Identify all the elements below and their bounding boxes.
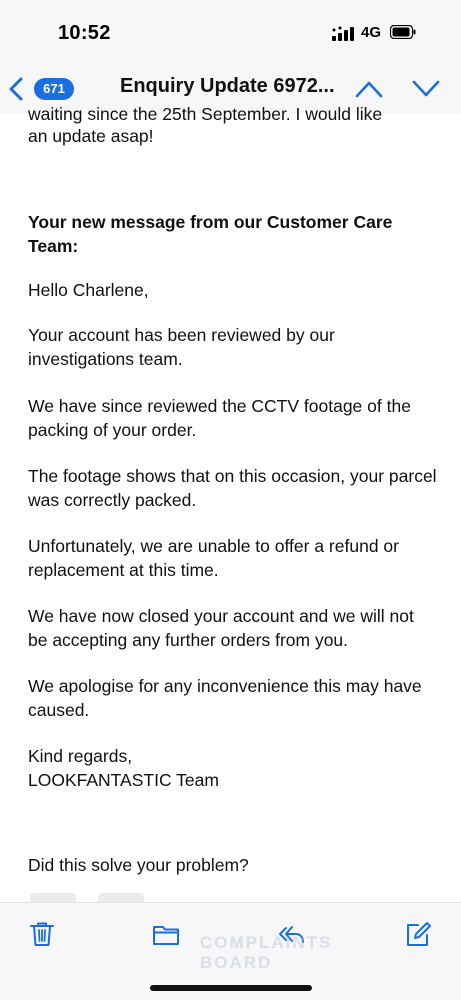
watermark-line-1: COMPLAINTS bbox=[200, 933, 333, 952]
previous-message-clipped-line: waiting since the 25th September. I woul… bbox=[28, 104, 383, 124]
status-time: 10:52 bbox=[58, 22, 111, 44]
home-indicator[interactable] bbox=[150, 985, 312, 991]
chevron-left-icon[interactable] bbox=[8, 77, 24, 101]
unread-count-badge[interactable]: 671 bbox=[34, 78, 74, 100]
status-bar: 10:52 4G bbox=[0, 0, 461, 62]
paragraph-apology: We apologise for any inconvenience this … bbox=[28, 676, 422, 720]
message-heading: Your new message from our Customer Care … bbox=[28, 212, 393, 256]
signoff: Kind regards, bbox=[28, 746, 133, 766]
greeting: Hello Charlene, bbox=[28, 280, 149, 300]
paragraph-parcel-packed: The footage shows that on this occasion,… bbox=[28, 466, 437, 510]
watermark: COMPLAINTS BOARD bbox=[200, 933, 380, 973]
network-label: 4G bbox=[361, 24, 382, 41]
watermark-line-2: BOARD bbox=[200, 953, 273, 972]
chevron-up-icon[interactable] bbox=[354, 79, 384, 99]
signature: LOOKFANTASTIC Team bbox=[28, 770, 219, 790]
chevron-down-icon[interactable] bbox=[411, 79, 441, 99]
paragraph-account-closed: We have now closed your account and we w… bbox=[28, 606, 414, 650]
paragraph-account-reviewed: Your account has been reviewed by our in… bbox=[28, 325, 335, 369]
email-subject-title: Enquiry Update 6972... bbox=[120, 75, 335, 97]
feedback-question: Did this solve your problem? bbox=[28, 855, 249, 875]
folder-icon[interactable] bbox=[152, 920, 180, 948]
paragraph-no-refund: Unfortunately, we are unable to offer a … bbox=[28, 536, 399, 580]
trash-icon[interactable] bbox=[28, 920, 56, 948]
paragraph-cctv-reviewed: We have since reviewed the CCTV footage … bbox=[28, 396, 411, 440]
previous-message-tail: an update asap! bbox=[28, 126, 154, 146]
battery-icon bbox=[390, 25, 416, 39]
compose-icon[interactable] bbox=[404, 920, 432, 948]
signal-bars-icon bbox=[332, 26, 354, 41]
